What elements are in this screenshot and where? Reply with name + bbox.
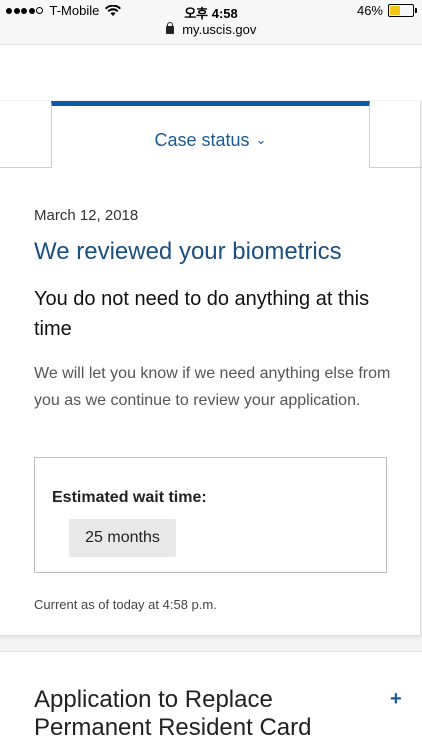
tab-label[interactable]: Case status ⌄ [52, 130, 369, 151]
battery-group: 46% [356, 3, 417, 18]
lock-icon [165, 22, 174, 34]
tab-label-text[interactable]: Case status [155, 130, 250, 150]
battery-icon [388, 4, 417, 17]
address-bar[interactable]: my.uscis.gov [0, 22, 422, 45]
battery-percent: 46% [356, 3, 383, 18]
wait-time-value: 25 months [69, 519, 176, 557]
case-body: We will let you know if we need anything… [34, 365, 391, 409]
tab-divider-right [370, 167, 422, 168]
tab-case-status[interactable]: Case status ⌄ [51, 101, 370, 168]
wait-time-box: Estimated wait time: 25 months [34, 457, 387, 573]
top-band [0, 45, 422, 100]
chevron-down-icon: ⌄ [255, 132, 267, 147]
wait-time-label: Estimated wait time: [52, 489, 207, 506]
current-as-of: Current as of today at 4:58 p.m. [34, 597, 217, 612]
url-text[interactable]: my.uscis.gov [182, 22, 256, 37]
plus-icon[interactable]: + [390, 688, 402, 711]
case-status-card: Case status ⌄ March 12, 2018 We reviewed … [0, 101, 422, 636]
case-headline: We reviewed your biometrics [34, 238, 342, 265]
tab-divider-left [0, 167, 52, 168]
case-date: March 12, 2018 [34, 207, 139, 224]
status-bar: T-Mobile 오후 4:58 46% [0, 0, 422, 22]
application-card[interactable]: Application to Replace Permanent Residen… [0, 651, 422, 751]
case-subhead: You do not need to do anything at this t… [34, 288, 370, 340]
application-title[interactable]: Application to Replace Permanent Residen… [34, 686, 354, 742]
